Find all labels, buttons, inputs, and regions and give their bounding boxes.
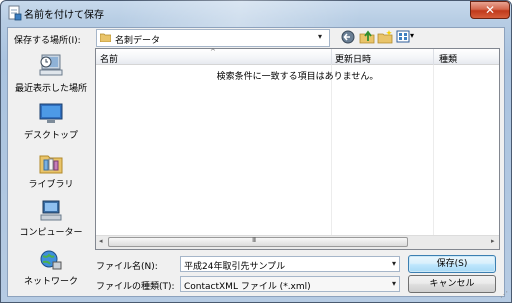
place-desktop[interactable]: デスクトップ [8,103,94,141]
filetype-value: ContactXML ファイル (*.xml) [184,282,311,292]
place-label: コンピューター [19,228,83,238]
resize-grip-icon[interactable]: ⋰ [500,290,508,299]
libraries-icon [39,155,63,174]
place-computer[interactable]: コンピューター [8,200,94,238]
save-button[interactable]: 保存(S) [408,255,496,273]
column-header-name[interactable]: 名前 [100,52,118,65]
scroll-right-icon[interactable]: ▸ [491,237,495,245]
column-header-date[interactable]: 更新日時 [335,52,371,65]
place-label: デスクトップ [23,131,78,141]
empty-results-message: 検索条件に一致する項目はありません。 [216,72,379,82]
column-divider[interactable] [433,49,434,65]
network-globe-icon [40,250,62,270]
filename-value: 平成24年取引先サンプル [184,262,286,272]
place-libraries[interactable]: ライブラリ [8,152,94,190]
title-bar-glass [120,0,420,28]
save-location-label: 保存する場所(I): [14,36,81,46]
cancel-button[interactable]: キャンセル [408,275,496,293]
column-grid-line [433,65,434,235]
column-divider[interactable] [331,49,332,65]
scrollbar-thumb[interactable] [108,237,408,247]
computer-icon [40,200,62,221]
recent-places-icon [39,54,63,76]
desktop-icon [39,103,63,123]
place-network[interactable]: ネットワーク [8,249,94,287]
chevron-down-icon[interactable]: ▾ [392,259,396,268]
window-title: 名前を付けて保存 [24,10,104,21]
filename-label: ファイル名(N): [96,262,158,272]
new-folder-icon[interactable] [377,29,393,45]
view-dropdown-arrow[interactable]: ▾ [410,31,414,40]
filetype-label: ファイルの種類(T): [96,282,175,292]
save-location-value: 名刺データ [115,36,161,46]
scroll-left-icon[interactable]: ◂ [99,237,103,245]
place-recent[interactable]: 最近表示した場所 [8,52,94,94]
scrollbar-grip-icon: III [252,236,256,244]
chevron-down-icon[interactable]: ▾ [392,279,396,288]
column-grid-line [331,65,332,235]
place-label: 最近表示した場所 [14,84,87,94]
place-label: ネットワーク [23,277,78,287]
up-folder-icon[interactable] [359,29,375,45]
sort-ascending-icon: ^ [210,48,216,56]
document-save-icon [8,5,22,21]
place-label: ライブラリ [28,180,74,190]
column-header-type[interactable]: 種類 [439,52,457,65]
chevron-down-icon[interactable]: ▾ [318,32,322,41]
close-button[interactable]: ✕ [470,1,510,19]
folder-icon [100,33,111,42]
back-icon[interactable] [340,29,356,45]
